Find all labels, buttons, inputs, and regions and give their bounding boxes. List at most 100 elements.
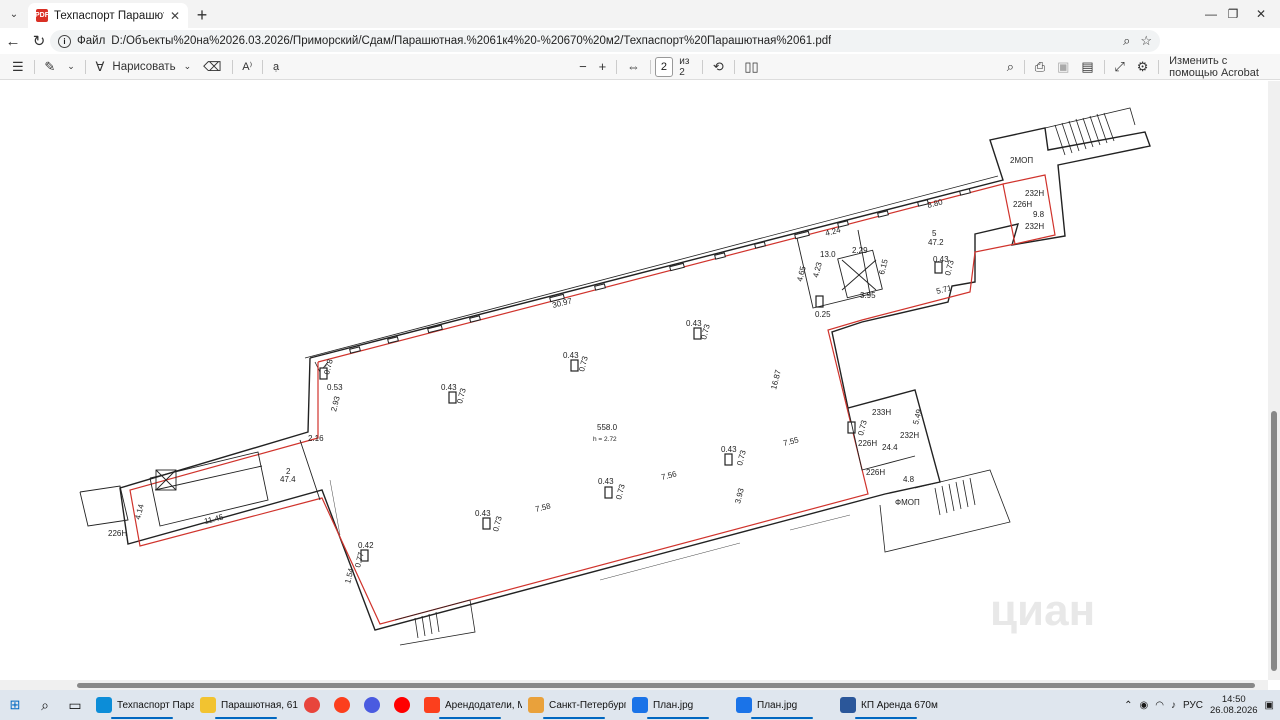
scroll-thumb[interactable] bbox=[77, 683, 1255, 688]
taskbar-app[interactable]: Санкт-Петербург (... bbox=[522, 690, 626, 720]
taskbar-app[interactable]: План.jpg bbox=[626, 690, 730, 720]
taskbar-app[interactable]: КП Аренда 670м2 ... bbox=[834, 690, 938, 720]
taskbar-app[interactable]: Техпаспорт Пара... bbox=[90, 690, 194, 720]
draw-button[interactable]: Нарисовать bbox=[110, 54, 177, 80]
plan-label: 2.29 bbox=[852, 246, 868, 255]
page-number-input[interactable]: 2 bbox=[654, 56, 674, 77]
app-icon bbox=[364, 697, 380, 713]
zoom-in-icon[interactable]: + bbox=[593, 54, 613, 80]
taskbar-app[interactable] bbox=[388, 690, 418, 720]
back-icon[interactable]: ← bbox=[0, 28, 26, 54]
plan-label: 232Н bbox=[1025, 222, 1044, 231]
plan-label: 7.55 bbox=[782, 435, 800, 448]
plan-label: 7.58 bbox=[534, 501, 552, 514]
scroll-thumb[interactable] bbox=[1271, 411, 1277, 671]
tray-chevron-icon[interactable]: ⌃ bbox=[1124, 700, 1132, 711]
fullscreen-icon[interactable]: ⤢ bbox=[1108, 54, 1130, 80]
draw-pen-icon[interactable]: ∀ bbox=[89, 54, 110, 80]
plan-label: 232Н bbox=[900, 431, 919, 440]
close-icon[interactable]: ✕ bbox=[170, 9, 180, 23]
contents-icon[interactable]: ☰ bbox=[6, 54, 30, 80]
horizontal-scrollbar[interactable] bbox=[0, 680, 1268, 690]
print-icon[interactable]: ⎙ bbox=[1029, 54, 1051, 80]
zoom-icon[interactable]: ⌕ bbox=[1123, 33, 1130, 49]
tab-title: Техпаспорт Парашютная 61.pdf bbox=[54, 9, 164, 22]
plan-label: 0.43 bbox=[721, 445, 737, 454]
address-bar-row: ← ↻ i Файл D:/Объекты%20на%2026.03.2026/… bbox=[0, 28, 1280, 77]
taskbar-app[interactable] bbox=[328, 690, 358, 720]
plan-label: 0.42 bbox=[358, 541, 374, 550]
plan-label: 0.73 bbox=[614, 483, 627, 501]
zoom-out-icon[interactable]: − bbox=[573, 54, 593, 80]
plan-partitions bbox=[79, 229, 916, 527]
taskbar-app[interactable]: План.jpg bbox=[730, 690, 834, 720]
plan-label: 3.95 bbox=[860, 291, 876, 300]
clock[interactable]: 14:50 26.08.2026 bbox=[1210, 694, 1258, 716]
pdf-icon: PDF bbox=[35, 9, 49, 22]
app-icon bbox=[528, 697, 544, 713]
refresh-icon[interactable]: ↻ bbox=[26, 28, 52, 54]
read-aloud-icon[interactable]: A⁾ bbox=[236, 54, 258, 80]
plan-label: 4.65 bbox=[795, 265, 808, 283]
pdf-viewer[interactable]: 2МОП 232Н 226Н 9.8 232Н 8.80 4.24 13.0 2… bbox=[0, 81, 1268, 680]
app-label: Санкт-Петербург (... bbox=[549, 699, 626, 711]
app-icon bbox=[840, 697, 856, 713]
chevron-down-icon[interactable]: ⌄ bbox=[178, 54, 198, 80]
chevron-down-icon[interactable]: ⌄ bbox=[61, 54, 81, 80]
gear-icon[interactable]: ⚙ bbox=[1131, 54, 1155, 80]
task-view-icon[interactable]: ▭ bbox=[60, 690, 90, 720]
vertical-scrollbar[interactable] bbox=[1268, 81, 1280, 680]
search-icon[interactable]: ⌕ bbox=[1001, 54, 1020, 80]
plan-label: 226Н bbox=[1013, 200, 1032, 209]
taskbar-app[interactable]: Парашютная, 61к4... bbox=[194, 690, 298, 720]
app-label: КП Аренда 670м2 ... bbox=[861, 699, 938, 711]
app-icon bbox=[96, 697, 112, 713]
app-label: Техпаспорт Пара... bbox=[117, 699, 194, 711]
tab-list-chevron-icon[interactable]: ⌄ bbox=[0, 0, 28, 28]
search-icon[interactable]: ⌕ bbox=[30, 690, 60, 720]
taskbar-app[interactable]: Арендодатели, Мо... bbox=[418, 690, 522, 720]
taskbar-apps: Техпаспорт Пара... Парашютная, 61к4... Аре… bbox=[90, 690, 938, 720]
wifi-icon[interactable]: ◠ bbox=[1155, 700, 1164, 711]
app-icon bbox=[736, 697, 752, 713]
network-icon[interactable]: ◉ bbox=[1140, 700, 1149, 711]
fit-page-icon[interactable]: ⇔ bbox=[621, 54, 646, 80]
plan-label: 0.43 bbox=[598, 477, 614, 486]
plan-label: ФМОП bbox=[895, 498, 920, 507]
rotate-icon[interactable]: ⟲ bbox=[707, 54, 730, 80]
save-icon[interactable]: ▣ bbox=[1051, 54, 1075, 80]
taskbar: ⊞ ⌕ ▭ Техпаспорт Пара... Парашютная, 61к4… bbox=[0, 690, 1280, 720]
info-icon[interactable]: i bbox=[58, 34, 71, 48]
save-as-icon[interactable]: ▤ bbox=[1075, 54, 1099, 80]
address-field[interactable]: i Файл D:/Объекты%20на%2026.03.2026/Прим… bbox=[50, 30, 1160, 52]
favorite-star-icon[interactable]: ☆ bbox=[1140, 33, 1152, 49]
window-close-icon[interactable]: ✕ bbox=[1240, 0, 1280, 28]
notifications-icon[interactable]: ▣ bbox=[1265, 700, 1274, 711]
time: 14:50 bbox=[1221, 694, 1246, 705]
taskbar-app[interactable] bbox=[298, 690, 328, 720]
plan-label: 47.4 bbox=[280, 475, 296, 484]
plan-label: 232Н bbox=[1025, 189, 1044, 198]
divider bbox=[84, 59, 86, 74]
app-label: Арендодатели, Мо... bbox=[445, 699, 522, 711]
pdf-toolbar: ☰ ✎ ⌄ ∀ Нарисовать ⌄ ⌫ A⁾ ạ − + ⇔ 2 из 2… bbox=[0, 54, 1280, 80]
taskbar-app[interactable] bbox=[358, 690, 388, 720]
translate-icon[interactable]: ạ bbox=[267, 54, 285, 80]
browser-tab[interactable]: PDF Техпаспорт Парашютная 61.pdf ✕ bbox=[28, 3, 188, 28]
divider bbox=[616, 59, 617, 74]
volume-icon[interactable]: ♪ bbox=[1171, 700, 1176, 711]
plan-walls bbox=[119, 127, 1151, 631]
new-tab-icon[interactable]: + bbox=[188, 3, 216, 28]
windows-start-icon[interactable]: ⊞ bbox=[0, 690, 30, 720]
url-text[interactable]: D:/Объекты%20на%2026.03.2026/Приморский/… bbox=[111, 35, 831, 47]
language-indicator[interactable]: РУС bbox=[1183, 700, 1203, 711]
eraser-icon[interactable]: ⌫ bbox=[197, 54, 227, 80]
plan-label: 0.43 bbox=[686, 319, 702, 328]
acrobat-button[interactable]: Изменить с помощью Acrobat bbox=[1163, 54, 1280, 80]
plan-label: 13.0 bbox=[820, 250, 836, 259]
plan-label: 0.73 bbox=[455, 387, 468, 405]
highlight-icon[interactable]: ✎ bbox=[38, 54, 61, 80]
plan-label: 9.8 bbox=[1033, 210, 1045, 219]
page-view-icon[interactable]: ▯▯ bbox=[738, 54, 764, 80]
divider bbox=[1103, 59, 1105, 74]
